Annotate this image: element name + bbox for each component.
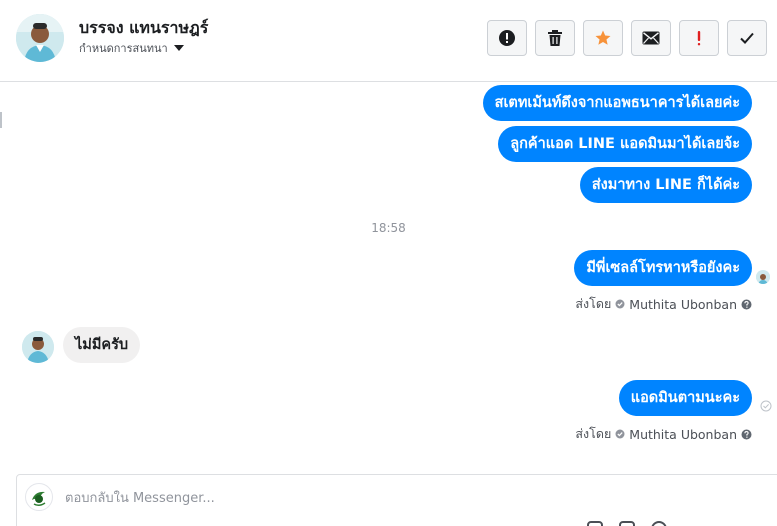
chevron-down-icon	[173, 45, 184, 51]
sent-by-prefix: ส่งโดย	[575, 426, 612, 441]
conversation-toolbar	[487, 20, 767, 56]
sender-name[interactable]: Muthita Ubonban	[629, 297, 737, 312]
done-button[interactable]	[727, 20, 767, 56]
checkmark-icon	[740, 32, 754, 44]
envelope-icon	[642, 31, 660, 45]
reply-composer	[16, 474, 777, 526]
sent-status-icon	[760, 400, 772, 412]
reply-input[interactable]	[65, 487, 665, 509]
exclamation-circle-icon	[499, 30, 515, 46]
outgoing-message[interactable]: แอดมินตามนะคะ	[618, 380, 752, 416]
star-button[interactable]	[583, 20, 623, 56]
contact-avatar[interactable]	[16, 14, 64, 62]
emoji-icon[interactable]	[651, 521, 667, 526]
outgoing-message[interactable]: มีพี่เซลล์โทรหาหรือยังคะ	[574, 250, 752, 286]
sender-name[interactable]: Muthita Ubonban	[629, 427, 737, 442]
help-icon[interactable]	[741, 299, 752, 310]
follow-up-button[interactable]	[679, 20, 719, 56]
scroll-edge-marker	[0, 112, 2, 128]
verified-icon	[615, 299, 625, 309]
sent-by-label: ส่งโดย Muthita Ubonban	[575, 294, 752, 314]
star-icon	[595, 30, 611, 45]
outgoing-message[interactable]: สเตทเม้นท์ดึงจากแอพธนาคารได้เลยค่ะ	[482, 85, 752, 121]
message-timestamp: 18:58	[371, 221, 406, 235]
mark-unread-button[interactable]	[631, 20, 671, 56]
seen-avatar	[756, 270, 770, 284]
outgoing-message[interactable]: ลูกค้าแอด LINE แอดมินมาได้เลยจ้ะ	[498, 126, 752, 162]
exclamation-mark-icon	[697, 31, 701, 46]
image-icon[interactable]	[619, 521, 635, 526]
manage-conversation-dropdown[interactable]: กำหนดการสนทนา	[79, 39, 184, 57]
composer-toolbar	[587, 521, 667, 526]
trash-icon	[548, 30, 562, 46]
delete-button[interactable]	[535, 20, 575, 56]
contact-avatar-small[interactable]	[22, 331, 54, 363]
verified-icon	[615, 429, 625, 439]
manage-conversation-label: กำหนดการสนทนา	[79, 42, 168, 55]
sent-by-label: ส่งโดย Muthita Ubonban	[575, 424, 752, 444]
spam-report-button[interactable]	[487, 20, 527, 56]
conversation-header: บรรจง แทนราษฎร์ กำหนดการสนทนา	[0, 0, 777, 82]
incoming-message[interactable]: ไม่มีครับ	[63, 327, 141, 363]
attachment-icon[interactable]	[587, 521, 603, 526]
contact-name[interactable]: บรรจง แทนราษฎร์	[79, 16, 208, 41]
sent-by-prefix: ส่งโดย	[575, 296, 612, 311]
help-icon[interactable]	[741, 429, 752, 440]
outgoing-message[interactable]: ส่งมาทาง LINE ก็ได้ค่ะ	[579, 167, 752, 203]
page-logo	[25, 483, 53, 511]
